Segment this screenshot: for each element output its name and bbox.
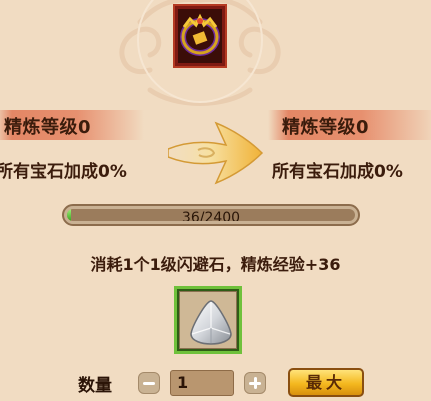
equipment-slot-inner: [178, 9, 222, 63]
next-bonus-text: 所有宝石加成0%: [272, 162, 403, 182]
equipment-slot[interactable]: [173, 4, 227, 68]
exp-text: 36/2400: [181, 210, 241, 221]
silver-gem-icon: [190, 300, 232, 345]
exp-track: 36/2400: [67, 209, 355, 221]
upgrade-arrow-icon: [168, 121, 264, 185]
minus-icon[interactable]: [138, 372, 160, 394]
next-level-text: 精炼等级0: [282, 117, 370, 138]
quantity-input[interactable]: 1: [170, 370, 234, 396]
material-gem-slot-inner: [179, 291, 237, 349]
refine-exp-bar: 36/2400: [62, 204, 360, 226]
material-gem-slot[interactable]: [174, 286, 242, 354]
current-bonus-text: 所有宝石加成0%: [0, 162, 127, 182]
max-button[interactable]: 最大: [288, 368, 364, 397]
plus-icon[interactable]: [244, 372, 266, 394]
current-level-text: 精炼等级0: [4, 117, 92, 138]
gold-purple-ring-icon: [180, 13, 220, 56]
consume-info-text: 消耗1个1级闪避石，精炼经验+36: [90, 255, 341, 274]
quantity-label: 数量: [78, 376, 112, 396]
